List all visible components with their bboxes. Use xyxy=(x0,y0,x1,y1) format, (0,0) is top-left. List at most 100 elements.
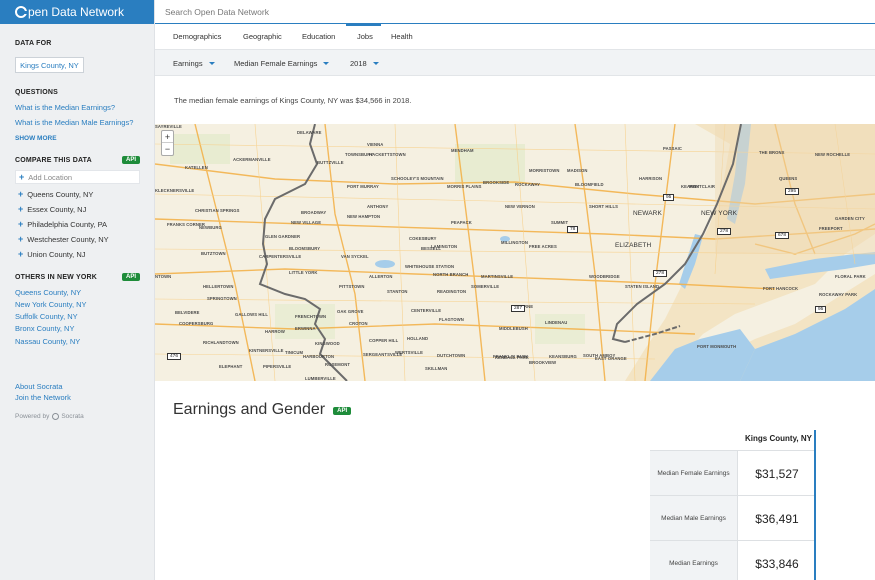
map-place-label: GALLOWS HILL xyxy=(235,312,269,317)
map-place-label: DUTCHTOWN xyxy=(437,353,466,358)
map-place-label: SAYREVILLE xyxy=(155,124,182,129)
show-more-link[interactable]: SHOW MORE xyxy=(15,135,57,142)
compare-label: COMPARE THIS DATA xyxy=(15,156,92,164)
map-place-label: ROCKAWAY xyxy=(515,182,541,187)
map-place-label: THE BRONX xyxy=(759,150,785,155)
tab-health[interactable]: Health xyxy=(391,32,413,41)
map-place-label: BLOOMFIELD xyxy=(575,182,604,187)
compare-item[interactable]: + Philadelphia County, PA xyxy=(18,219,107,229)
section-api-badge[interactable]: API xyxy=(333,407,352,415)
year-dropdown-value: 2018 xyxy=(350,59,367,68)
highway-shield-icon: 287 xyxy=(511,305,526,312)
map-place-label: STANTON xyxy=(387,289,408,294)
other-county-link[interactable]: New York County, NY xyxy=(15,300,87,309)
question-link-median-male-earnings[interactable]: What is the Median Male Earnings? xyxy=(15,118,133,127)
compare-item[interactable]: + Westchester County, NY xyxy=(18,234,109,244)
map-place-label: PASSAIC xyxy=(663,146,683,151)
map-place-label: CARPENTERSVILLE xyxy=(259,254,302,259)
map-place-label: MILLINGTON xyxy=(501,240,528,245)
map-place-label: MIDDLEBUSH xyxy=(499,326,528,331)
search-input[interactable] xyxy=(165,6,565,17)
powered-by[interactable]: Powered by Socrata xyxy=(15,413,84,420)
tab-education[interactable]: Education xyxy=(302,32,335,41)
add-location-input[interactable]: + Add Location xyxy=(15,170,140,184)
map-place-label: BROOKSIDE xyxy=(483,180,510,185)
other-county-link[interactable]: Queens County, NY xyxy=(15,288,81,297)
map-place-label: OAK GROVE xyxy=(337,309,364,314)
tab-demographics[interactable]: Demographics xyxy=(173,32,221,41)
year-dropdown[interactable]: 2018 xyxy=(350,59,379,68)
table-row-label: Median Male Earnings xyxy=(650,496,738,541)
add-location-placeholder: Add Location xyxy=(28,172,73,182)
map-place-label: NEW VILLAGE xyxy=(291,220,322,225)
map-place-label: NEWBURG xyxy=(199,225,222,230)
map-place-label: MORRIS PLAINS xyxy=(447,184,482,189)
map-place-label: PORT MONMOUTH xyxy=(697,344,737,349)
other-county-link[interactable]: Nassau County, NY xyxy=(15,337,80,346)
chevron-down-icon xyxy=(323,62,330,65)
map-place-label: VAN SYCKEL xyxy=(341,254,369,259)
summary-text: The median female earnings of Kings Coun… xyxy=(174,96,412,105)
join-network-link[interactable]: Join the Network xyxy=(15,393,71,402)
table-row-value: $33,846 xyxy=(755,556,799,571)
other-county-link[interactable]: Suffolk County, NY xyxy=(15,312,78,321)
category-dropdown[interactable]: Earnings xyxy=(173,59,215,68)
compare-item[interactable]: + Essex County, NJ xyxy=(18,204,86,214)
map-place-label: KEARNY xyxy=(681,184,700,189)
highway-shield-icon: 476 xyxy=(167,353,182,360)
map-place-label: ROCKAWAY PARK xyxy=(819,292,858,297)
map-place-label: FRENCHTOWN xyxy=(295,314,327,319)
map-place-label: BROOKVIEW xyxy=(529,360,557,365)
compare-header: COMPARE THIS DATA API xyxy=(15,156,140,164)
compare-item[interactable]: + Queens County, NY xyxy=(18,189,93,199)
search-bar xyxy=(155,0,875,24)
map-place-label: FLAGTOWN xyxy=(439,317,464,322)
map[interactable]: + − DELAWARE VIENNA HACKETTSTOWN MENDHAM MOR… xyxy=(155,124,875,381)
other-county-link[interactable]: Bronx County, NY xyxy=(15,324,74,333)
filter-bar: Earnings Median Female Earnings 2018 xyxy=(155,50,875,76)
question-link-median-earnings[interactable]: What is the Median Earnings? xyxy=(15,103,115,112)
map-place-label: EAST ORANGE xyxy=(595,356,627,361)
plus-icon: + xyxy=(18,219,24,229)
compare-item-label: Essex County, NJ xyxy=(27,204,87,214)
map-place-label: TINICUM xyxy=(285,350,304,355)
map-place-label: ERWINNA xyxy=(295,326,316,331)
zoom-in-button[interactable]: + xyxy=(162,131,173,143)
map-place-label: QUEENS xyxy=(779,176,798,181)
map-place-label: MARTINSVILLE xyxy=(481,274,514,279)
tab-geographic[interactable]: Geographic xyxy=(243,32,282,41)
map-place-label: ACKERMANVILLE xyxy=(233,157,271,162)
highway-shield-icon: 278 xyxy=(717,228,732,235)
compare-item-label: Philadelphia County, PA xyxy=(27,219,108,229)
table-row: Median Female Earnings $31,527 xyxy=(650,450,816,496)
compare-item-label: Union County, NJ xyxy=(27,249,86,259)
map-place-label: BELVIDERE xyxy=(175,310,200,315)
map-place-label: GARDEN CITY xyxy=(835,216,865,221)
map-place-label: HELLERTOWN xyxy=(203,284,234,289)
metric-dropdown-value: Median Female Earnings xyxy=(234,59,318,68)
location-box[interactable]: Kings County, NY xyxy=(15,57,84,73)
zoom-control: + − xyxy=(161,130,174,156)
tab-jobs[interactable]: Jobs xyxy=(357,32,373,41)
zoom-out-button[interactable]: − xyxy=(162,143,173,155)
others-api-badge[interactable]: API xyxy=(121,273,140,281)
map-place-label: BUTZTOWN xyxy=(201,251,226,256)
highway-shield-icon: 95 xyxy=(815,306,827,313)
category-tabs: Demographics Geographic Education Jobs H… xyxy=(155,24,875,50)
map-place-label: WHITEHOUSE STATION xyxy=(405,264,455,269)
compare-item[interactable]: + Union County, NJ xyxy=(18,249,86,259)
map-place-label: MORRISTOWN xyxy=(529,168,560,173)
map-place-label: KATELLEN xyxy=(185,165,208,170)
map-place-label: HARRISON xyxy=(639,176,663,181)
active-tab-indicator xyxy=(346,23,381,26)
plus-icon: + xyxy=(18,204,24,214)
logo[interactable]: pen Data Network xyxy=(0,0,154,24)
map-place-label: READINGTON xyxy=(437,289,467,294)
sidebar: pen Data Network DATA FOR Kings County, … xyxy=(0,0,155,580)
compare-api-badge[interactable]: API xyxy=(121,156,140,164)
map-place-label: FREEPORT xyxy=(819,226,843,231)
map-place-label: GLEN GARDNER xyxy=(265,234,301,239)
map-place-label: ROSEMONT xyxy=(325,362,350,367)
metric-dropdown[interactable]: Median Female Earnings xyxy=(234,59,330,68)
about-socrata-link[interactable]: About Socrata xyxy=(15,382,63,391)
